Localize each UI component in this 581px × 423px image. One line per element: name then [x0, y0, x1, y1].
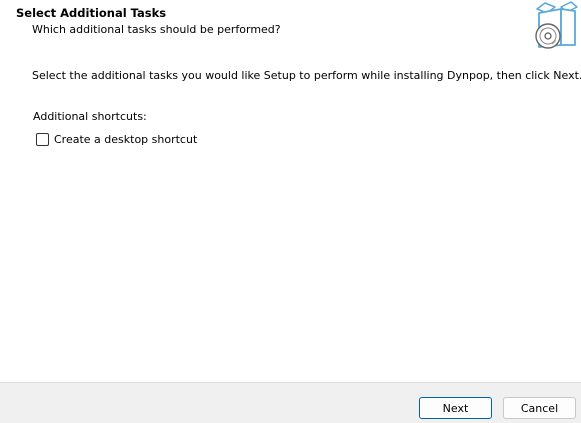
- cancel-button[interactable]: Cancel: [503, 397, 576, 419]
- next-button[interactable]: Next: [419, 397, 492, 419]
- page-subtitle: Which additional tasks should be perform…: [32, 23, 281, 36]
- additional-shortcuts-label: Additional shortcuts:: [33, 110, 147, 123]
- wizard-footer: Next Cancel: [0, 382, 581, 423]
- desktop-shortcut-checkbox[interactable]: [36, 132, 49, 146]
- setup-wizard-window: Select Additional Tasks Which additional…: [0, 0, 581, 423]
- desktop-shortcut-label[interactable]: Create a desktop shortcut: [54, 133, 197, 146]
- setup-box-disc-icon: [531, 1, 579, 51]
- page-title: Select Additional Tasks: [16, 6, 167, 20]
- instructions-text: Select the additional tasks you would li…: [32, 69, 581, 82]
- wizard-header: Select Additional Tasks Which additional…: [0, 0, 581, 56]
- desktop-shortcut-option[interactable]: Create a desktop shortcut: [36, 131, 197, 147]
